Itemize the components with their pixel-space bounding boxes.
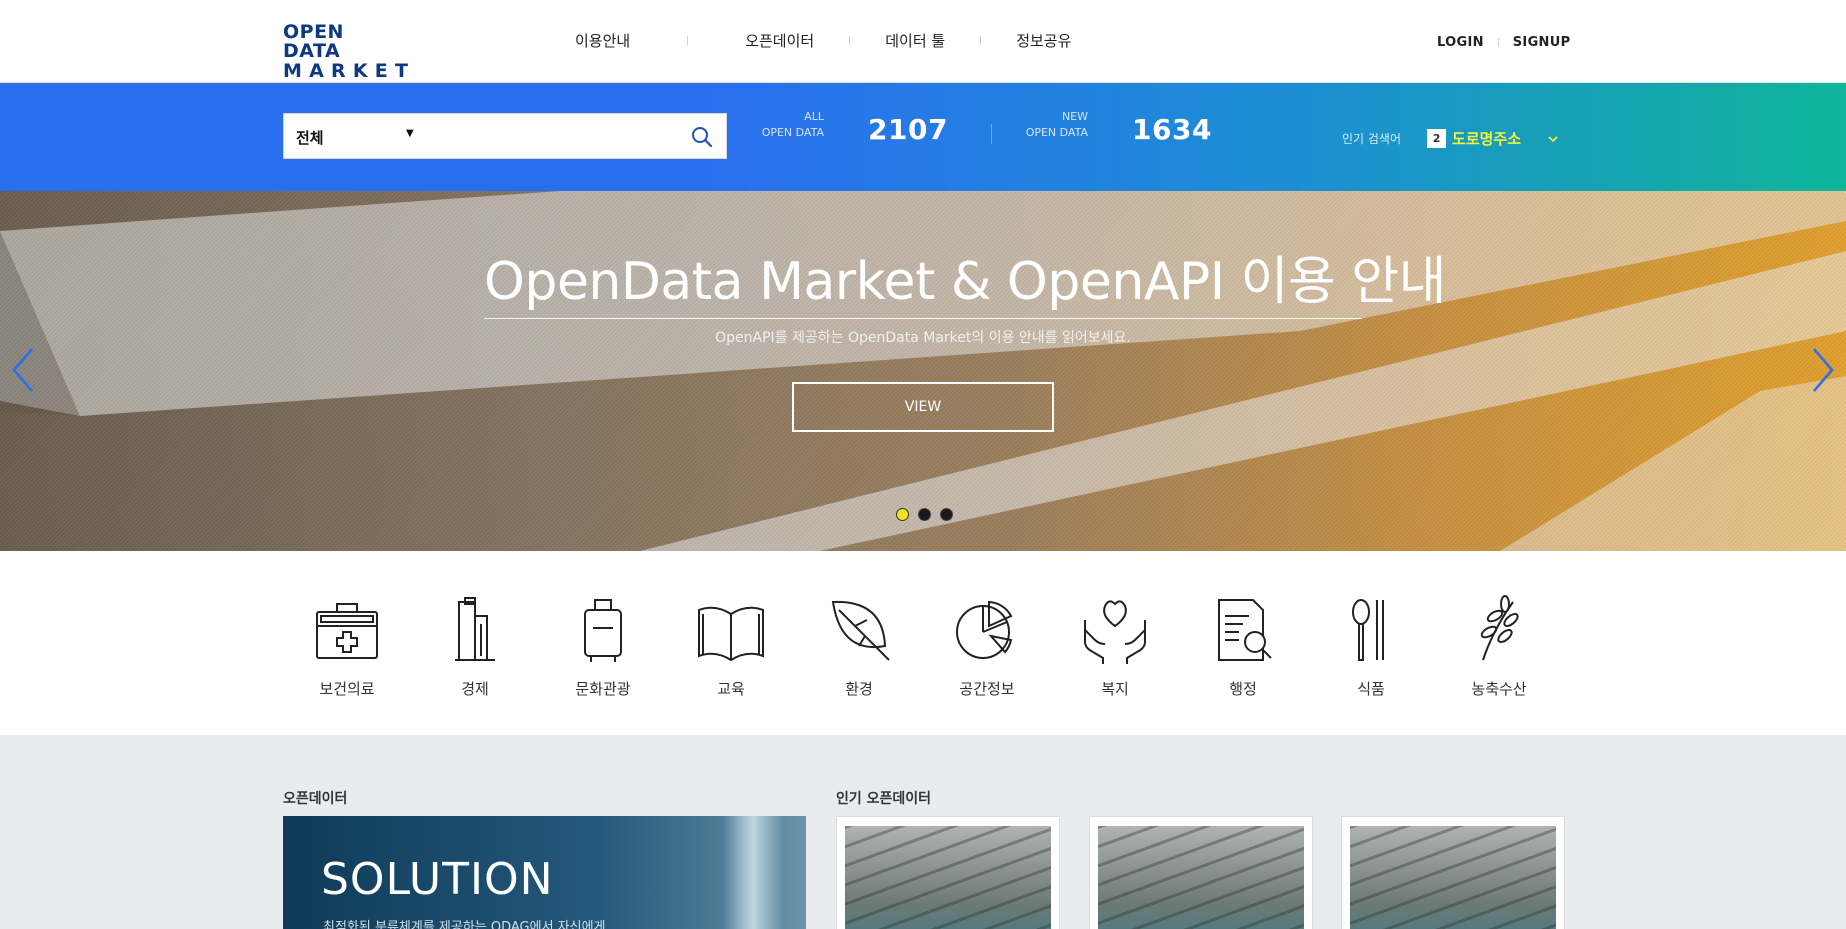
logo-line-1: OPEN DATA [283,21,344,62]
search-icon[interactable] [690,125,714,149]
search-input[interactable] [424,122,664,152]
next-slide-arrow-icon[interactable] [1810,347,1836,393]
search-band: 전체 ▼ ALL OPEN DATA 2107 NEW OPEN DATA 16… [0,83,1846,191]
popular-data-card[interactable] [1341,816,1565,929]
solution-banner[interactable]: SOLUTION 최적화된 분류체계를 제공하는 ODAG에서 자신에게 [283,816,806,929]
category-label: 농축수산 [1471,680,1527,698]
popular-data-card[interactable] [1089,816,1313,929]
hero-title: OpenData Market & OpenAPI 이용 안내 [484,239,1447,319]
category-label: 환경 [845,680,873,698]
category-culture-tourism[interactable]: 문화관광 [539,590,667,699]
all-open-data-count: 2107 [868,113,948,146]
card-thumbnail-image [1350,826,1556,929]
leaf-icon [831,600,890,661]
popular-open-data-section-title: 인기 오픈데이터 [836,791,932,807]
user-menu-divider [1497,38,1499,47]
nav-item-data-tool[interactable]: 데이터 툴 [885,30,945,51]
nav-item-info-share[interactable]: 정보공유 [1016,30,1071,51]
card-thumbnail-image [1098,826,1304,929]
category-economy[interactable]: 경제 [411,590,539,699]
signup-link[interactable]: SIGNUP [1513,35,1571,50]
wheat-icon [1480,595,1519,661]
hero-subtitle: OpenAPI를 제공하는 OpenData Market의 이용 안내를 읽어… [715,330,1131,346]
category-agriculture[interactable]: 농축수산 [1435,590,1563,699]
hero-slider: OpenData Market & OpenAPI 이용 안내 OpenAPI를… [0,191,1846,551]
category-list: 보건의료 경제 문화관광 교육 환경 공간정보 복지 행정 식품 농축수산 [283,590,1563,699]
site-logo[interactable]: OPEN DATA MARKET [283,21,408,81]
slider-dot-3[interactable] [940,508,953,521]
category-health[interactable]: 보건의료 [283,590,411,699]
book-icon [698,606,764,662]
category-label: 교육 [717,680,745,698]
category-label: 공간정보 [959,680,1015,698]
new-open-data-count: 1634 [1132,113,1212,146]
keyword-rank-badge: 2 [1427,129,1447,148]
category-welfare[interactable]: 복지 [1051,590,1179,699]
category-administration[interactable]: 행정 [1179,590,1307,699]
main-nav: 이용안내 오픈데이터 데이터 툴 정보공유 [575,30,1071,51]
buildings-icon [455,597,495,661]
nav-item-open-data[interactable]: 오픈데이터 [745,30,814,51]
search-category-select[interactable]: 전체 [296,127,324,148]
logo-line-2: MARKET [283,60,416,82]
nav-item-guide[interactable]: 이용안내 [575,30,630,51]
stat-divider [991,124,992,144]
nav-divider [849,36,851,45]
popular-keywords: 인기 검색어 2 도로명주소 [1342,128,1559,149]
site-header: OPEN DATA MARKET 이용안내 오픈데이터 데이터 툴 정보공유 L… [0,0,1846,83]
login-link[interactable]: LOGIN [1437,35,1484,50]
card-thumbnail-image [845,826,1051,929]
new-open-data-label: NEW OPEN DATA [1008,109,1088,141]
search-box: 전체 ▼ [283,113,727,159]
new-label-line-2: OPEN DATA [1025,126,1088,139]
category-label: 식품 [1357,680,1385,698]
suitcase-icon [584,599,622,662]
category-environment[interactable]: 환경 [795,590,923,699]
all-open-data-stat: ALL OPEN DATA 2107 [744,109,948,149]
page: OPEN DATA MARKET 이용안내 오픈데이터 데이터 툴 정보공유 L… [0,0,1846,929]
category-label: 경제 [461,680,489,698]
all-label-line-2: OPEN DATA [761,126,824,139]
nav-divider [687,36,689,45]
prev-slide-arrow-icon[interactable] [10,347,36,393]
category-label: 행정 [1229,680,1257,698]
category-label: 보건의료 [319,680,375,698]
pie-chart-icon [956,600,1013,659]
slider-dot-2[interactable] [918,508,931,521]
caret-down-icon[interactable]: ▼ [406,128,414,139]
hero-view-button[interactable]: VIEW [792,382,1054,432]
bottom-section: 오픈데이터 인기 오픈데이터 SOLUTION 최적화된 분류체계를 제공하는 … [0,735,1846,929]
new-open-data-stat: NEW OPEN DATA 1634 [1008,109,1212,149]
utensils-icon [1352,599,1384,661]
solution-description: 최적화된 분류체계를 제공하는 ODAG에서 자신에게 [323,920,606,929]
all-label-line-1: ALL [804,110,824,123]
popular-data-card[interactable] [836,816,1060,929]
user-menu: LOGIN SIGNUP [1437,35,1570,50]
category-label: 문화관광 [575,680,631,698]
popular-keywords-label: 인기 검색어 [1342,132,1402,146]
category-education[interactable]: 교육 [667,590,795,699]
category-food[interactable]: 식품 [1307,590,1435,699]
popular-keyword-link[interactable]: 도로명주소 [1452,128,1521,149]
slider-pagination [896,508,962,521]
banner-light [723,816,783,929]
chevron-down-icon[interactable] [1547,134,1559,144]
category-label: 복지 [1101,680,1129,698]
slider-dot-1[interactable] [896,508,909,521]
new-label-line-1: NEW [1061,110,1088,123]
all-open-data-label: ALL OPEN DATA [744,109,824,141]
heart-hands-icon [1084,600,1146,664]
solution-title: SOLUTION [321,854,554,905]
document-search-icon [1218,599,1272,661]
nav-divider [980,36,982,45]
medical-kit-icon [316,603,378,659]
category-spatial-info[interactable]: 공간정보 [923,590,1051,699]
open-data-section-title: 오픈데이터 [283,791,348,807]
